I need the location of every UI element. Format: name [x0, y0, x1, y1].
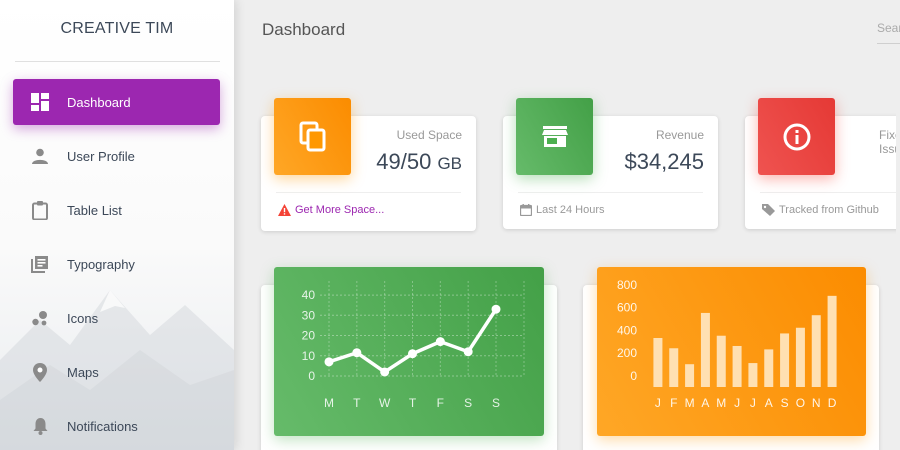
sidebar-item-icons[interactable]: Icons	[13, 295, 220, 341]
y-tick-label: 600	[617, 301, 637, 315]
sidebar-item-table-list[interactable]: Table List	[13, 187, 220, 233]
stat-divider	[518, 192, 703, 193]
store-icon	[516, 98, 593, 175]
sidebar-item-label: Typography	[67, 256, 135, 272]
stat-divider	[760, 192, 900, 193]
x-tick-label: W	[379, 396, 391, 410]
brand-logo[interactable]: CREATIVE TIM	[0, 20, 234, 38]
bar-chart: 0200400600800J F M A M J J A S O N D	[617, 278, 837, 410]
x-tick-label: J	[734, 396, 740, 410]
bar	[685, 364, 695, 387]
sidebar-item-notifications[interactable]: Notifications	[13, 403, 220, 449]
sidebar-item-typography[interactable]: Typography	[13, 241, 220, 287]
stat-value: $34,245	[624, 149, 704, 174]
x-tick-label: A	[765, 396, 773, 410]
data-point	[380, 367, 390, 377]
x-tick-label: F	[670, 396, 677, 410]
data-point	[324, 357, 334, 367]
calendar-icon	[520, 204, 532, 216]
sidebar: CREATIVE TIM Dashboard User Profile Tabl…	[0, 0, 234, 450]
x-tick-label: T	[409, 396, 417, 410]
y-tick-label: 20	[302, 329, 316, 343]
bell-icon	[13, 417, 67, 435]
y-tick-label: 40	[302, 288, 316, 302]
data-point	[408, 349, 417, 359]
x-tick-label: F	[437, 396, 444, 410]
x-tick-label: J	[655, 396, 661, 410]
x-tick-label: M	[324, 396, 334, 410]
sidebar-item-label: User Profile	[67, 148, 135, 164]
stat-value: 49/50 GB	[376, 149, 462, 174]
data-point	[352, 348, 362, 358]
x-tick-label: T	[353, 396, 361, 410]
bar	[653, 338, 663, 387]
location-pin-icon	[13, 362, 67, 382]
x-tick-label: M	[685, 396, 695, 410]
bar	[827, 295, 837, 387]
x-tick-label: N	[812, 396, 821, 410]
y-tick-label: 800	[617, 278, 637, 292]
sidebar-item-dashboard[interactable]: Dashboard	[13, 79, 220, 125]
line-chart: 0 10 20 30 40 M T W T F S S	[302, 281, 525, 410]
clipboard-icon	[13, 200, 67, 220]
stat-category: Used Space	[396, 128, 462, 142]
x-tick-label: S	[492, 396, 500, 410]
bar	[795, 327, 805, 387]
y-tick-label: 30	[302, 308, 316, 322]
x-tick-label: M	[716, 396, 726, 410]
stat-footer: Last 24 Hours	[520, 204, 604, 216]
bar	[764, 349, 774, 387]
sidebar-divider	[15, 61, 220, 62]
get-more-space-link[interactable]: Get More Space...	[295, 204, 384, 216]
viewport-edge	[896, 70, 900, 450]
person-icon	[13, 148, 67, 164]
y-tick-label: 200	[617, 346, 637, 360]
sidebar-item-label: Table List	[67, 202, 122, 218]
stat-footer-text: Last 24 Hours	[536, 204, 605, 216]
bar	[811, 315, 821, 387]
tag-icon	[762, 204, 775, 216]
copy-icon	[274, 98, 351, 175]
library-books-icon	[13, 255, 67, 273]
y-tick-label: 10	[302, 349, 316, 363]
bar	[780, 333, 790, 387]
sidebar-item-user-profile[interactable]: User Profile	[13, 133, 220, 179]
page-title: Dashboard	[262, 20, 346, 39]
x-tick-label: D	[828, 396, 837, 410]
y-tick-label: 0	[630, 369, 637, 383]
bubbles-icon	[13, 310, 67, 327]
info-icon	[758, 98, 835, 175]
stat-divider	[276, 192, 461, 193]
sidebar-item-label: Notifications	[67, 418, 138, 434]
line-chart-panel: 0 10 20 30 40 M T W T F S S	[274, 267, 544, 436]
stat-footer-text: Tracked from Github	[779, 204, 879, 216]
x-tick-label: S	[464, 396, 472, 410]
y-tick-label: 0	[308, 369, 315, 383]
data-point	[463, 347, 473, 357]
sidebar-item-label: Dashboard	[67, 94, 131, 110]
stat-footer: Get More Space...	[278, 204, 384, 216]
stat-unit: GB	[437, 154, 462, 173]
dashboard-icon	[13, 93, 67, 111]
x-tick-label: S	[781, 396, 789, 410]
x-tick-label: O	[796, 396, 805, 410]
bar	[748, 363, 758, 387]
warning-icon	[278, 204, 291, 216]
sidebar-item-label: Maps	[67, 364, 99, 380]
bar	[732, 345, 742, 387]
stat-category: Revenue	[655, 128, 704, 142]
data-point	[435, 337, 445, 347]
data-point	[491, 304, 501, 314]
sidebar-item-maps[interactable]: Maps	[13, 349, 220, 395]
x-tick-label: J	[750, 396, 756, 410]
y-tick-label: 400	[617, 323, 637, 337]
stat-footer: Tracked from Github	[762, 204, 879, 216]
bar	[700, 312, 710, 387]
bar-chart-panel: 0 200 400 600 800 J F M A M J J A S O N D	[597, 267, 866, 436]
bar	[669, 348, 679, 387]
bar	[716, 335, 726, 387]
x-tick-label: A	[701, 396, 709, 410]
search-input[interactable]: Search	[877, 18, 900, 44]
sidebar-item-label: Icons	[67, 310, 99, 326]
